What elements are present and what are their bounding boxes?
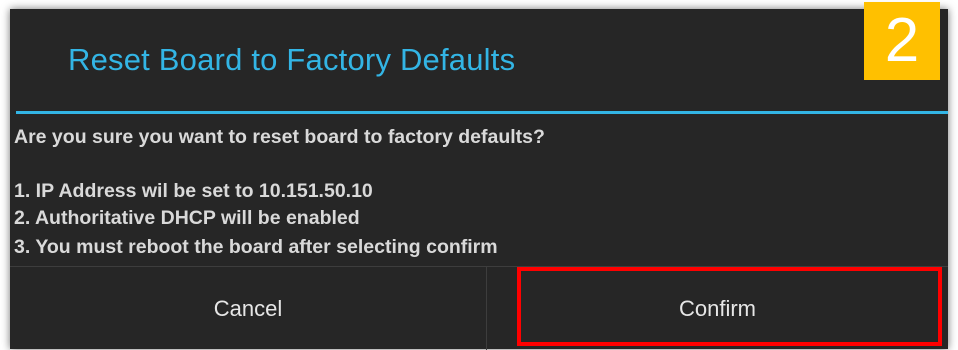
title-divider	[16, 111, 948, 114]
confirmation-question: Are you sure you want to reset board to …	[14, 126, 545, 148]
dialog-title: Reset Board to Factory Defaults	[68, 42, 516, 77]
reset-dialog: Reset Board to Factory Defaults Are you …	[10, 9, 948, 350]
cancel-button[interactable]: Cancel	[10, 267, 486, 350]
dialog-button-bar: Cancel Confirm	[10, 266, 948, 350]
message-line-reboot: 3. You must reboot the board after selec…	[14, 236, 498, 258]
step-number-badge: 2	[864, 2, 940, 80]
message-line-dhcp: 2. Authoritative DHCP will be enabled	[14, 207, 360, 229]
message-line-ip-address: 1. IP Address wil be set to 10.151.50.10	[14, 180, 373, 202]
confirm-button[interactable]: Confirm	[487, 267, 948, 350]
